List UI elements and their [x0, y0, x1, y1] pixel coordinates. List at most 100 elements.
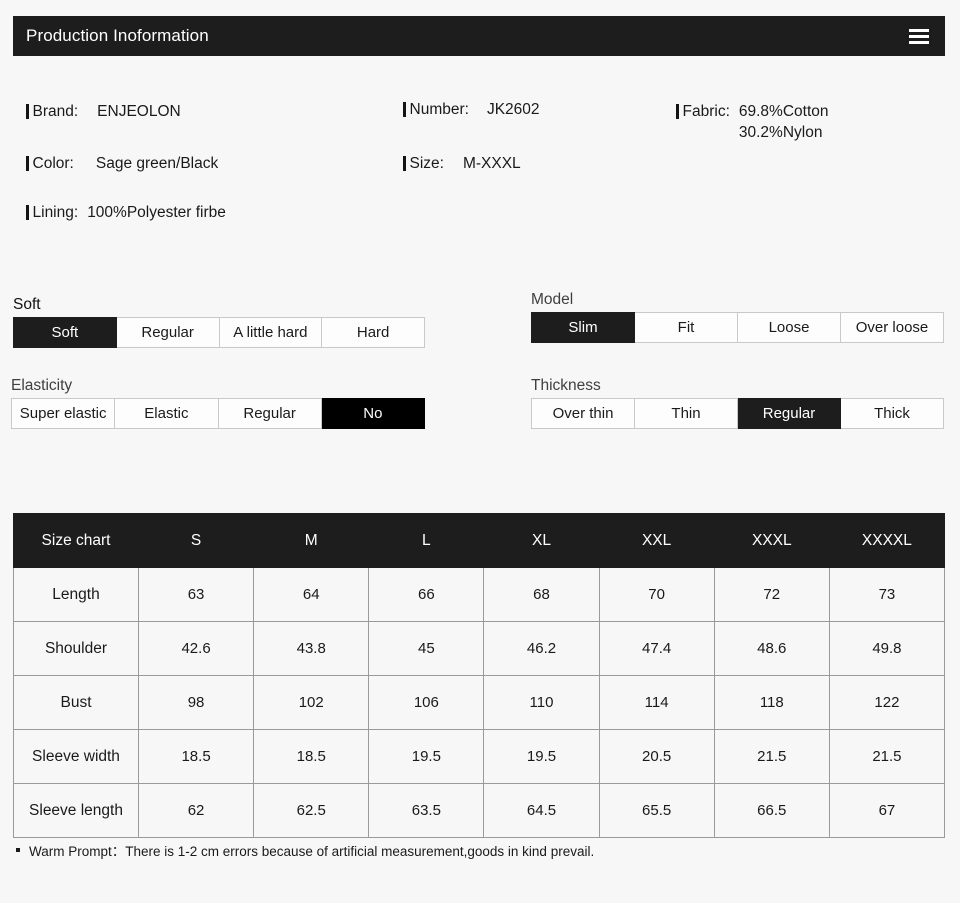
- page-header: Production Inoformation: [13, 16, 945, 56]
- info-value-number: JK2602: [486, 101, 540, 118]
- product-info-section: Brand: ENJEOLON Color: Sage green/Black …: [0, 92, 960, 242]
- row-label-sleeve-width: Sleeve width: [13, 729, 139, 784]
- cell-length-m: 64: [253, 567, 370, 622]
- cell-sleeve-length-m: 62.5: [253, 783, 370, 838]
- attribute-selectors-section: Soft Soft Regular A little hard Hard Ela…: [0, 291, 960, 456]
- size-chart-body: Length 63 64 66 68 70 72 73 Shoulder 42.…: [13, 567, 946, 838]
- warm-prompt-text: Warm Prompt：There is 1-2 cm errors becau…: [29, 844, 595, 859]
- cell-length-s: 63: [137, 567, 255, 622]
- table-row: Length 63 64 66 68 70 72 73: [13, 567, 946, 622]
- option-elasticity-elastic[interactable]: Elastic: [115, 398, 219, 429]
- table-row: Sleeve length 62 62.5 63.5 64.5 65.5 66.…: [13, 783, 946, 838]
- column-header-m: M: [253, 513, 370, 568]
- hamburger-icon[interactable]: [909, 28, 929, 44]
- row-label-shoulder: Shoulder: [13, 621, 139, 676]
- cell-sleeve-width-m: 18.5: [253, 729, 370, 784]
- label-marker-icon: [403, 156, 406, 171]
- column-header-xl: XL: [483, 513, 600, 568]
- option-elasticity-super-elastic[interactable]: Super elastic: [11, 398, 116, 429]
- column-header-xxxl: XXXL: [713, 513, 830, 568]
- info-value-brand: ENJEOLON: [97, 103, 181, 120]
- cell-shoulder-l: 45: [368, 621, 485, 676]
- option-thickness-regular[interactable]: Regular: [738, 398, 841, 429]
- info-row-size: Size: M-XXXL: [403, 153, 521, 174]
- cell-bust-m: 102: [253, 675, 370, 730]
- info-label-number: Number:: [409, 101, 469, 118]
- option-thickness-over-thin[interactable]: Over thin: [531, 398, 635, 429]
- option-softness-hard[interactable]: Hard: [322, 317, 425, 348]
- cell-length-xxl: 70: [598, 567, 715, 622]
- info-value-size: M-XXXL: [462, 155, 521, 172]
- option-thickness-thick[interactable]: Thick: [841, 398, 944, 429]
- info-value-color: Sage green/Black: [95, 155, 219, 172]
- column-header-s: S: [137, 513, 255, 568]
- column-header-xxxxl: XXXXL: [828, 513, 946, 568]
- info-row-number: Number: JK2602: [403, 99, 540, 120]
- cell-shoulder-xxxxl: 49.8: [828, 621, 946, 676]
- info-label-fabric: Fabric:: [682, 103, 730, 120]
- info-value-fabric: 69.8%Cotton 30.2%Nylon: [738, 103, 829, 141]
- cell-sleeve-length-xxxxl: 67: [828, 783, 946, 838]
- attribute-heading-softness: Soft: [13, 296, 41, 313]
- warm-prompt-note: Warm Prompt：There is 1-2 cm errors becau…: [16, 840, 594, 860]
- label-marker-icon: [26, 156, 29, 171]
- hamburger-bar: [909, 28, 929, 32]
- cell-sleeve-width-xxl: 20.5: [598, 729, 715, 784]
- hamburger-bar: [909, 34, 929, 38]
- cell-shoulder-xxxl: 48.6: [713, 621, 830, 676]
- option-thickness-thin[interactable]: Thin: [635, 398, 738, 429]
- option-elasticity-no[interactable]: No: [321, 398, 425, 429]
- cell-sleeve-length-l: 63.5: [368, 783, 485, 838]
- info-row-lining: Lining: 100%Polyester firbe: [26, 202, 226, 223]
- info-label-lining: Lining:: [32, 204, 79, 221]
- cell-length-xxxxl: 73: [828, 567, 946, 622]
- row-label-bust: Bust: [13, 675, 139, 730]
- label-marker-icon: [676, 104, 679, 119]
- info-label-size: Size:: [409, 155, 444, 172]
- option-elasticity-regular[interactable]: Regular: [218, 398, 322, 429]
- option-model-loose[interactable]: Loose: [738, 312, 841, 343]
- cell-shoulder-s: 42.6: [137, 621, 255, 676]
- option-model-over-loose[interactable]: Over loose: [841, 312, 944, 343]
- attribute-group-softness: Soft Soft Regular A little hard Hard: [13, 296, 425, 348]
- size-chart-table: Size chart S M L XL XXL XXXL XXXXL Lengt…: [13, 513, 946, 838]
- cell-sleeve-length-xxxl: 66.5: [713, 783, 830, 838]
- info-value-lining: 100%Polyester firbe: [87, 204, 226, 221]
- attribute-options-model: Slim Fit Loose Over loose: [531, 312, 944, 343]
- label-marker-icon: [403, 102, 406, 117]
- cell-sleeve-width-s: 18.5: [137, 729, 255, 784]
- column-header-xxl: XXL: [598, 513, 715, 568]
- cell-sleeve-length-s: 62: [137, 783, 255, 838]
- attribute-options-softness: Soft Regular A little hard Hard: [13, 317, 425, 348]
- cell-sleeve-width-xl: 19.5: [483, 729, 600, 784]
- table-header-row: Size chart S M L XL XXL XXXL XXXXL: [13, 513, 946, 568]
- cell-bust-s: 98: [137, 675, 255, 730]
- option-softness-soft[interactable]: Soft: [13, 317, 117, 348]
- attribute-group-elasticity: Elasticity Super elastic Elastic Regular…: [11, 377, 425, 429]
- cell-length-xxxl: 72: [713, 567, 830, 622]
- column-header-l: L: [368, 513, 485, 568]
- cell-sleeve-width-xxxl: 21.5: [713, 729, 830, 784]
- column-header-size-chart: Size chart: [13, 513, 139, 568]
- table-row: Sleeve width 18.5 18.5 19.5 19.5 20.5 21…: [13, 729, 946, 784]
- bullet-icon: [16, 848, 20, 852]
- hamburger-bar: [909, 40, 929, 44]
- label-marker-icon: [26, 205, 29, 220]
- cell-shoulder-m: 43.8: [253, 621, 370, 676]
- cell-sleeve-width-l: 19.5: [368, 729, 485, 784]
- option-softness-regular[interactable]: Regular: [116, 317, 220, 348]
- cell-bust-xxxxl: 122: [828, 675, 946, 730]
- cell-bust-xxxl: 118: [713, 675, 830, 730]
- cell-bust-l: 106: [368, 675, 485, 730]
- table-row: Bust 98 102 106 110 114 118 122: [13, 675, 946, 730]
- cell-shoulder-xl: 46.2: [483, 621, 600, 676]
- option-softness-a-little-hard[interactable]: A little hard: [219, 317, 323, 348]
- size-chart-header: Size chart S M L XL XXL XXXL XXXXL: [13, 513, 946, 568]
- cell-sleeve-length-xl: 64.5: [483, 783, 600, 838]
- option-model-fit[interactable]: Fit: [635, 312, 738, 343]
- option-model-slim[interactable]: Slim: [531, 312, 635, 343]
- row-label-sleeve-length: Sleeve length: [13, 783, 139, 838]
- cell-shoulder-xxl: 47.4: [598, 621, 715, 676]
- info-label-color: Color:: [32, 155, 74, 172]
- cell-sleeve-width-xxxxl: 21.5: [828, 729, 946, 784]
